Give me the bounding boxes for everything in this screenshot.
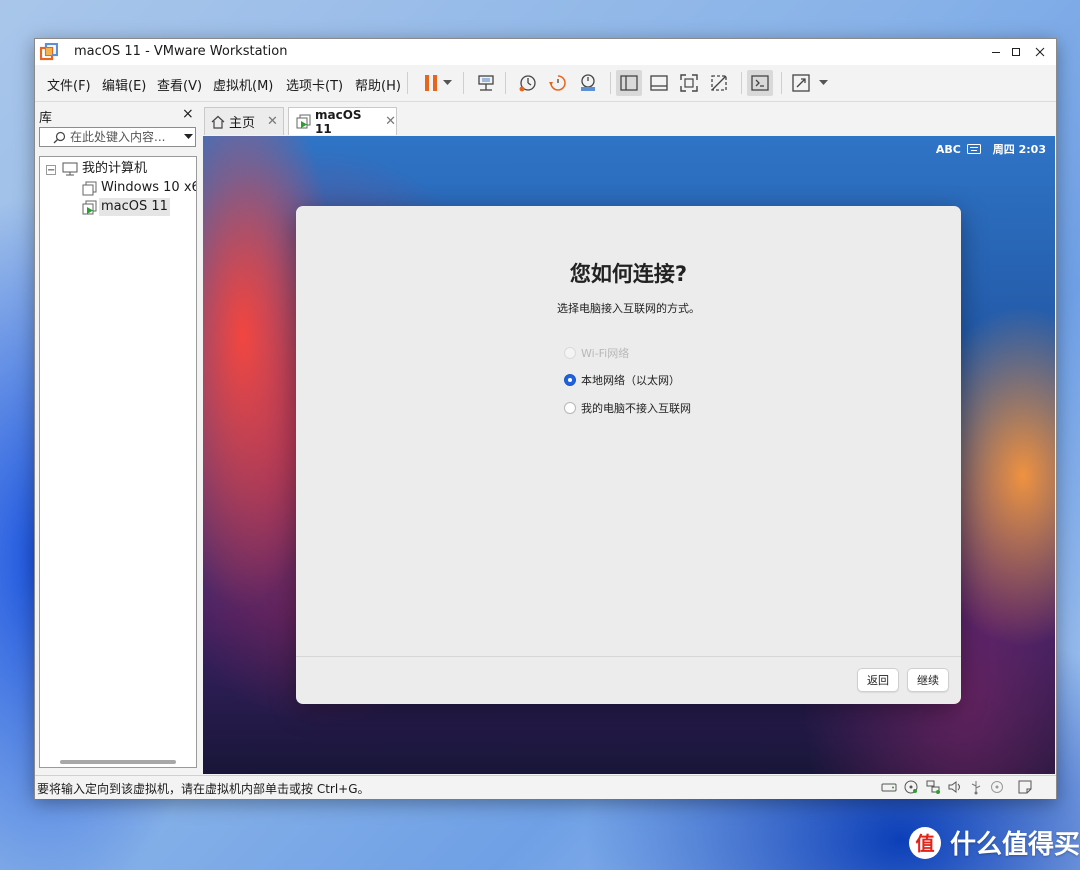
minimize-button[interactable] bbox=[985, 42, 1007, 62]
vmware-window: macOS 11 - VMware Workstation 文件(F) 编辑(E… bbox=[34, 38, 1057, 799]
keyboard-icon bbox=[966, 144, 981, 154]
network-adapter-icon[interactable] bbox=[925, 779, 941, 795]
search-dropdown-icon[interactable] bbox=[184, 134, 193, 140]
library-tree: − 我的计算机 Windows 10 x64 macOS 11 bbox=[39, 156, 197, 768]
show-library-icon[interactable] bbox=[616, 70, 642, 96]
tab-home[interactable]: 主页 ✕ bbox=[204, 107, 284, 135]
snapshot-take-icon[interactable] bbox=[515, 70, 541, 96]
tree-horizontal-scrollbar[interactable] bbox=[60, 760, 176, 764]
send-ctrl-alt-del-icon[interactable] bbox=[473, 70, 499, 96]
library-search-input[interactable] bbox=[70, 129, 170, 145]
window-title: macOS 11 - VMware Workstation bbox=[74, 44, 288, 59]
menu-view[interactable]: 查看(V) bbox=[157, 75, 202, 94]
dropdown-arrow-icon[interactable] bbox=[815, 70, 831, 96]
dialog-title: 您如何连接? bbox=[569, 262, 688, 286]
toolbar-separator bbox=[505, 72, 506, 94]
tab-macos-11[interactable]: macOS 11 ✕ bbox=[288, 107, 397, 136]
toolbar-separator bbox=[463, 72, 464, 94]
menu-help[interactable]: 帮助(H) bbox=[355, 75, 401, 94]
vm-running-icon bbox=[82, 200, 97, 215]
search-icon bbox=[53, 131, 66, 144]
vm-console-screen[interactable]: ABC 周四 2:03 您如何连接? 选择电脑接入互联网的方式。 Wi-Fi网络… bbox=[203, 136, 1055, 774]
thumbnail-bar-icon[interactable] bbox=[646, 70, 672, 96]
menu-tabs[interactable]: 选项卡(T) bbox=[286, 75, 343, 94]
library-title: 库 bbox=[39, 111, 53, 126]
cd-dvd-icon[interactable] bbox=[903, 779, 919, 795]
toolbar-separator bbox=[407, 72, 408, 94]
tree-item-my-computer[interactable]: 我的计算机 bbox=[82, 160, 147, 178]
option-ethernet[interactable]: 本地网络（以太网） bbox=[564, 372, 680, 388]
computer-icon bbox=[62, 162, 78, 176]
guest-clock: 周四 2:03 bbox=[992, 143, 1046, 156]
library-close-button[interactable]: × bbox=[182, 106, 194, 122]
message-log-icon[interactable] bbox=[1017, 779, 1033, 795]
full-screen-icon[interactable] bbox=[676, 70, 702, 96]
dropdown-arrow-icon[interactable] bbox=[439, 70, 455, 96]
vm-icon bbox=[82, 181, 97, 196]
tab-close-icon[interactable]: ✕ bbox=[267, 114, 278, 129]
watermark-logo-glyph: 值 bbox=[915, 832, 934, 855]
tab-close-icon[interactable]: ✕ bbox=[385, 114, 396, 129]
tab-label: 主页 bbox=[229, 116, 256, 131]
tab-strip: 主页 ✕ macOS 11 ✕ bbox=[202, 103, 1055, 137]
console-view-icon[interactable] bbox=[747, 70, 773, 96]
unity-icon[interactable] bbox=[706, 70, 732, 96]
radio-button[interactable] bbox=[564, 374, 576, 386]
toolbar-separator bbox=[610, 72, 611, 94]
library-search bbox=[39, 127, 196, 147]
guest-menu-bar-status: ABC 周四 2:03 bbox=[936, 141, 1046, 157]
status-message: 要将输入定向到该虚拟机，请在虚拟机内部单击或按 Ctrl+G。 bbox=[37, 782, 370, 796]
sound-card-icon[interactable] bbox=[947, 779, 963, 795]
snapshot-revert-icon[interactable] bbox=[545, 70, 571, 96]
home-icon bbox=[211, 115, 225, 129]
tree-collapse-toggle[interactable]: − bbox=[46, 165, 56, 176]
status-bar: 要将输入定向到该虚拟机，请在虚拟机内部单击或按 Ctrl+G。 bbox=[35, 775, 1056, 799]
hard-disk-icon[interactable] bbox=[881, 779, 897, 795]
menu-file[interactable]: 文件(F) bbox=[47, 75, 91, 94]
continue-button[interactable]: 继续 bbox=[907, 668, 949, 692]
smzdm-logo-icon: 值 bbox=[908, 826, 942, 860]
close-window-button[interactable] bbox=[1029, 42, 1051, 62]
option-label: Wi-Fi网络 bbox=[581, 347, 630, 360]
input-source-label[interactable]: ABC bbox=[936, 143, 961, 156]
option-no-internet[interactable]: 我的电脑不接入互联网 bbox=[564, 400, 691, 416]
toolbar-separator bbox=[741, 72, 742, 94]
tab-label: macOS 11 bbox=[315, 107, 362, 136]
menu-vm[interactable]: 虚拟机(M) bbox=[213, 75, 273, 94]
option-label: 本地网络（以太网） bbox=[581, 374, 680, 387]
toolbar-separator bbox=[781, 72, 782, 94]
back-button[interactable]: 返回 bbox=[857, 668, 899, 692]
stretch-guest-icon[interactable] bbox=[788, 70, 814, 96]
setup-assistant-dialog: 您如何连接? 选择电脑接入互联网的方式。 Wi-Fi网络 本地网络（以太网） 我… bbox=[296, 206, 961, 704]
watermark-text: 什么值得买 bbox=[950, 830, 1080, 860]
title-bar: macOS 11 - VMware Workstation bbox=[35, 39, 1056, 65]
menu-toolbar: 文件(F) 编辑(E) 查看(V) 虚拟机(M) 选项卡(T) 帮助(H) bbox=[35, 65, 1056, 102]
watermark: 值 什么值得买 bbox=[908, 824, 1080, 861]
option-label: 我的电脑不接入互联网 bbox=[581, 402, 691, 415]
dialog-footer-divider bbox=[296, 656, 961, 657]
menu-edit[interactable]: 编辑(E) bbox=[102, 75, 146, 94]
printer-icon[interactable] bbox=[989, 779, 1005, 795]
usb-controller-icon[interactable] bbox=[968, 779, 984, 795]
radio-button bbox=[564, 347, 576, 359]
radio-button[interactable] bbox=[564, 402, 576, 414]
snapshot-manager-icon[interactable] bbox=[575, 70, 601, 96]
tree-item-vm[interactable]: Windows 10 x64 bbox=[101, 179, 196, 197]
dialog-subtitle: 选择电脑接入互联网的方式。 bbox=[557, 302, 700, 315]
library-panel: 库 × − 我的计算机 Windows 10 x64 macOS bbox=[35, 103, 200, 775]
vm-running-icon bbox=[296, 114, 311, 129]
maximize-button[interactable] bbox=[1005, 42, 1027, 62]
option-wifi: Wi-Fi网络 bbox=[564, 345, 629, 361]
vmware-logo-icon bbox=[40, 43, 58, 61]
tree-item-vm[interactable]: macOS 11 bbox=[99, 198, 170, 216]
